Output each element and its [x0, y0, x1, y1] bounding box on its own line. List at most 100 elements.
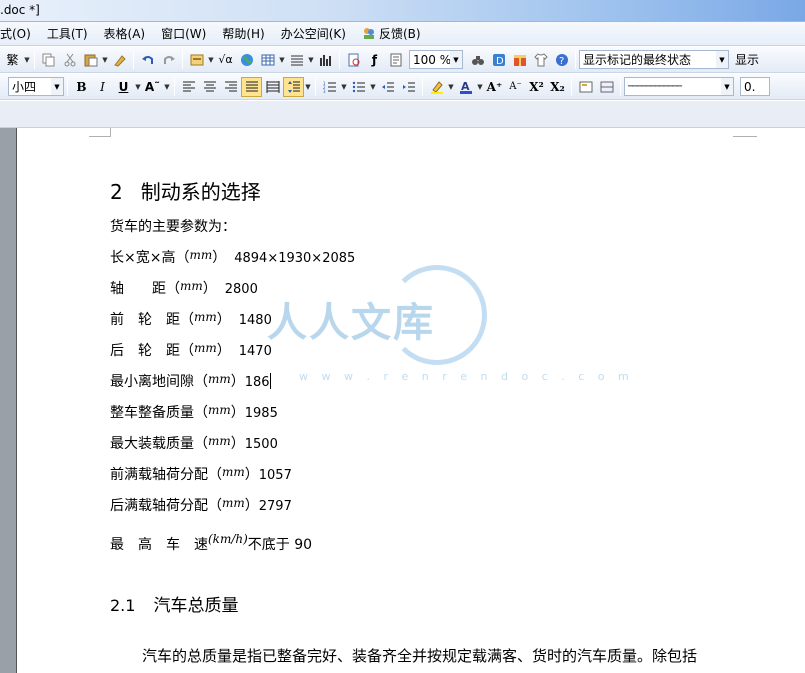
formula-icon[interactable]: √α — [215, 50, 236, 70]
param-line: 后满载轴荷分配（mm）2797 — [110, 495, 292, 515]
font-color-dropdown-arrow[interactable]: ▼ — [476, 77, 484, 97]
skin-shirt-icon[interactable] — [530, 50, 551, 70]
menu-feedback[interactable]: 反馈(B) — [354, 24, 429, 44]
hyperlink-globe-icon[interactable] — [236, 50, 257, 70]
menu-format[interactable]: 式(O) — [0, 24, 39, 44]
param-line: 整车整备质量（mm）1985 — [110, 402, 278, 422]
underline-button[interactable]: U — [113, 77, 134, 97]
align-right-icon[interactable] — [220, 77, 241, 97]
subscript-icon[interactable]: X₂ — [547, 77, 568, 97]
param-label: 后满载轴荷分配（ — [110, 498, 222, 514]
toolbar-separator — [575, 50, 576, 69]
superscript-icon[interactable]: X² — [526, 77, 547, 97]
insert-field-icon[interactable] — [186, 50, 207, 70]
show-markup-button[interactable]: 显示 — [729, 50, 767, 70]
bullet-list-dropdown-arrow[interactable]: ▼ — [369, 77, 377, 97]
param-value: 1500 — [244, 437, 278, 452]
param-line: 最大装载质量（mm）1500 — [110, 433, 278, 453]
speed-value: 不底于 90 — [247, 537, 313, 553]
toolbar-separator — [571, 77, 572, 96]
param-unit: mm — [189, 248, 213, 262]
numbered-list-icon[interactable]: 123 — [319, 77, 340, 97]
menu-bar: 式(O) 工具(T) 表格(A) 窗口(W) 帮助(H) 办公空间(K) 反馈(… — [0, 22, 805, 46]
insert-field-dropdown-arrow[interactable]: ▼ — [207, 50, 215, 70]
highlight-pen-icon[interactable] — [426, 77, 447, 97]
window-title: .doc *] — [0, 3, 40, 17]
zoom-select[interactable]: 100 % ▼ — [409, 50, 463, 69]
line-spacing-dropdown-arrow[interactable]: ▼ — [304, 77, 312, 97]
paste-icon[interactable] — [80, 50, 101, 70]
menu-table[interactable]: 表格(A) — [96, 24, 154, 44]
markup-view-select[interactable]: 显示标记的最终状态 ▼ — [579, 50, 729, 69]
bullet-list-icon[interactable] — [348, 77, 369, 97]
menu-help[interactable]: 帮助(H) — [214, 24, 272, 44]
italic-button[interactable]: I — [92, 77, 113, 97]
font-color-icon[interactable]: A — [455, 77, 476, 97]
distribute-icon[interactable] — [262, 77, 283, 97]
heading-1-number: 2 — [110, 180, 123, 204]
insert-table-dropdown-arrow[interactable]: ▼ — [278, 50, 286, 70]
columns-dropdown-arrow[interactable]: ▼ — [307, 50, 315, 70]
speed-label: 最 高 车 速 — [110, 537, 208, 553]
highlight-dropdown-arrow[interactable]: ▼ — [447, 77, 455, 97]
margin-marker — [733, 131, 757, 137]
param-close: ） — [244, 498, 259, 514]
undo-icon[interactable] — [137, 50, 158, 70]
textbox-icon[interactable] — [575, 77, 596, 97]
param-line: 前满载轴荷分配（mm）1057 — [110, 464, 292, 484]
binoculars-icon[interactable] — [467, 50, 488, 70]
style-panel-icon[interactable]: D — [488, 50, 509, 70]
feedback-people-icon — [363, 27, 374, 39]
numbered-list-dropdown-arrow[interactable]: ▼ — [340, 77, 348, 97]
paste-dropdown-arrow[interactable]: ▼ — [101, 50, 109, 70]
menu-office-space[interactable]: 办公空间(K) — [273, 24, 354, 44]
toolbar-separator — [339, 50, 340, 69]
ruler — [0, 101, 805, 128]
help-icon[interactable]: ? — [551, 50, 572, 70]
param-unit: mm — [222, 496, 245, 510]
align-center-icon[interactable] — [199, 77, 220, 97]
heading-1: 2 制动系的选择 — [110, 176, 261, 205]
shrink-font-icon[interactable]: A⁻ — [505, 77, 526, 97]
param-label: 整车整备质量（ — [110, 405, 208, 421]
redo-icon[interactable] — [158, 50, 179, 70]
gift-icon[interactable] — [509, 50, 530, 70]
param-close: ） — [230, 374, 245, 390]
insert-table-icon[interactable] — [257, 50, 278, 70]
param-close: ） — [230, 405, 245, 421]
chart-bars-icon[interactable] — [315, 50, 336, 70]
document-map-icon[interactable] — [385, 50, 406, 70]
param-label: 长×宽×高（ — [110, 250, 190, 266]
decrease-indent-icon[interactable] — [377, 77, 398, 97]
param-line: 后 轮 距（mm） 1470 — [110, 340, 272, 360]
line-width-select[interactable]: 0. — [740, 77, 770, 96]
format-painter-icon[interactable] — [109, 50, 130, 70]
menu-tools[interactable]: 工具(T) — [39, 24, 96, 44]
border-shading-icon[interactable] — [596, 77, 617, 97]
line-spacing-icon[interactable] — [283, 76, 304, 97]
toolbar-separator — [182, 50, 183, 69]
traditional-dropdown-arrow[interactable]: ▼ — [23, 50, 31, 70]
copy-icon[interactable] — [38, 50, 59, 70]
show-hide-marks-icon[interactable]: ƒ — [364, 50, 385, 70]
title-bar: .doc *] — [0, 0, 805, 22]
line-style-select[interactable]: ──────────── ▼ — [624, 77, 734, 96]
param-close: ） — [216, 312, 231, 328]
cut-icon[interactable] — [59, 50, 80, 70]
underline-dropdown-arrow[interactable]: ▼ — [134, 77, 142, 97]
increase-indent-icon[interactable] — [398, 77, 419, 97]
menu-window[interactable]: 窗口(W) — [153, 24, 214, 44]
font-size-select[interactable]: 小四 ▼ — [8, 77, 64, 96]
toolbar-separator — [174, 77, 175, 96]
font-effect-dropdown-arrow[interactable]: ▼ — [163, 77, 171, 97]
param-value: 2800 — [224, 282, 258, 297]
traditional-chinese-button[interactable]: 繁 — [2, 50, 23, 70]
grow-font-icon[interactable]: A⁺ — [484, 77, 505, 97]
justify-icon[interactable] — [241, 76, 262, 97]
align-left-icon[interactable] — [178, 77, 199, 97]
param-label: 轴 距（ — [110, 281, 180, 297]
bold-button[interactable]: B — [71, 77, 92, 97]
columns-icon[interactable] — [286, 50, 307, 70]
print-preview-icon[interactable] — [343, 50, 364, 70]
font-size-grow-icon[interactable]: A͏˜ — [142, 77, 163, 97]
